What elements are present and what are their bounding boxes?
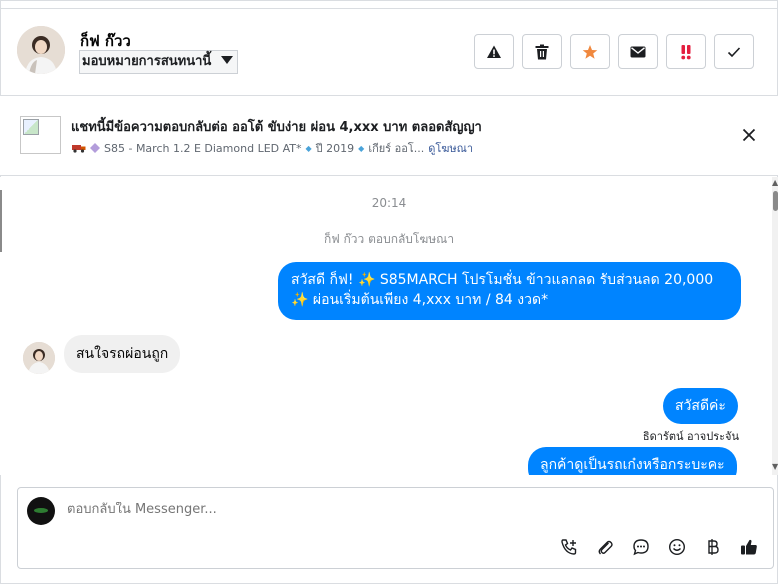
ad-context-bar: แชทนี้มีข้อความตอบกลับต่อ ออโต้ ขับง่าย … bbox=[0, 96, 778, 176]
contact-avatar[interactable] bbox=[17, 26, 65, 74]
page-avatar bbox=[27, 497, 55, 525]
scroll-down-icon[interactable]: ▼ bbox=[772, 462, 778, 471]
trash-icon bbox=[535, 44, 549, 59]
ad-meta: S85 - March 1.2 E Diamond LED AT* ◆ ปี 2… bbox=[72, 139, 473, 157]
composer-actions bbox=[559, 537, 759, 557]
thumbs-up-icon bbox=[741, 539, 757, 555]
ad-title: แชทนี้มีข้อความตอบกลับต่อ ออโต้ ขับง่าย … bbox=[71, 120, 482, 135]
diamond-icon bbox=[90, 143, 100, 153]
message-bubble-outgoing[interactable]: สวัสดี ก็ฟ! ✨ S85MARCH โปรโมชั่น ข้าวแลก… bbox=[278, 262, 741, 320]
warning-icon bbox=[487, 45, 501, 58]
ad-reply-note: ก็ฟ ก๊วว ตอบกลับโฆษณา bbox=[323, 232, 455, 246]
view-ad-link[interactable]: ดูโฆษณา bbox=[428, 139, 473, 157]
chevron-down-icon bbox=[221, 56, 234, 64]
call-button[interactable] bbox=[559, 537, 579, 557]
separator-dot-icon: ◆ bbox=[305, 143, 312, 153]
emoji-button[interactable] bbox=[667, 537, 687, 557]
baht-icon bbox=[708, 539, 719, 555]
close-ad-button[interactable] bbox=[740, 126, 758, 144]
assign-conversation-dropdown[interactable]: มอบหมายการสนทนานี้ bbox=[79, 50, 239, 74]
reply-composer bbox=[17, 487, 774, 569]
spam-icon bbox=[681, 44, 691, 59]
message-bubble-outgoing[interactable]: สวัสดีค่ะ bbox=[663, 388, 738, 424]
saved-reply-icon bbox=[633, 539, 649, 556]
message-timestamp: 20:14 bbox=[371, 196, 407, 210]
car-icon bbox=[72, 145, 86, 153]
scroll-up-icon[interactable]: ▲ bbox=[772, 178, 778, 187]
call-add-icon bbox=[561, 539, 577, 555]
separator-dot-icon: ◆ bbox=[358, 143, 365, 153]
ad-thumbnail[interactable] bbox=[20, 116, 61, 154]
sender-name: ธิดารัตน์ อาจประจัน bbox=[642, 430, 739, 443]
conversation-toolbar bbox=[474, 34, 754, 69]
message-bubble-incoming[interactable]: สนใจรถผ่อนถูก bbox=[64, 335, 181, 373]
attach-button[interactable] bbox=[595, 537, 615, 557]
ad-year: ปี 2019 bbox=[315, 142, 355, 155]
message-thread[interactable]: 20:14 ก็ฟ ก๊วว ตอบกลับโฆษณา สวัสดี ก็ฟ! … bbox=[0, 177, 778, 475]
scrollbar[interactable] bbox=[772, 177, 778, 475]
star-icon bbox=[582, 44, 598, 59]
mark-unread-button[interactable] bbox=[618, 34, 658, 69]
payment-button[interactable] bbox=[703, 537, 723, 557]
like-button[interactable] bbox=[739, 537, 759, 557]
scrollbar-thumb[interactable] bbox=[773, 191, 778, 211]
saved-replies-button[interactable] bbox=[631, 537, 651, 557]
delete-button[interactable] bbox=[522, 34, 562, 69]
ad-model: S85 - March 1.2 E Diamond LED AT* bbox=[104, 141, 302, 155]
reply-input[interactable] bbox=[67, 502, 667, 517]
attachment-icon bbox=[598, 540, 613, 555]
message-text: สวัสดี ก็ฟ! ✨ S85MARCH โปรโมชั่น ข้าวแลก… bbox=[291, 272, 714, 288]
message-bubble-outgoing[interactable]: ลูกค้าดูเป็นรถเก๋งหรือกระบะคะ bbox=[528, 447, 737, 475]
conversation-header: ก็ฟ ก๊วว มอบหมายการสนทนานี้ bbox=[0, 8, 778, 96]
mark-done-button[interactable] bbox=[714, 34, 754, 69]
ad-gear: เกียร์ ออโ... bbox=[368, 142, 425, 155]
mail-icon bbox=[630, 46, 646, 57]
emoji-icon bbox=[668, 538, 686, 556]
message-text: ✨ ผ่อนเริ่มต้นเพียง 4,xxx บาท / 84 งวด* bbox=[291, 292, 549, 308]
spam-button[interactable] bbox=[666, 34, 706, 69]
report-button[interactable] bbox=[474, 34, 514, 69]
check-icon bbox=[727, 46, 741, 57]
left-scroll-indicator bbox=[0, 190, 2, 252]
close-icon bbox=[742, 128, 756, 142]
contact-avatar-small bbox=[23, 342, 55, 374]
star-button[interactable] bbox=[570, 34, 610, 69]
assign-label: มอบหมายการสนทนานี้ bbox=[82, 54, 212, 69]
